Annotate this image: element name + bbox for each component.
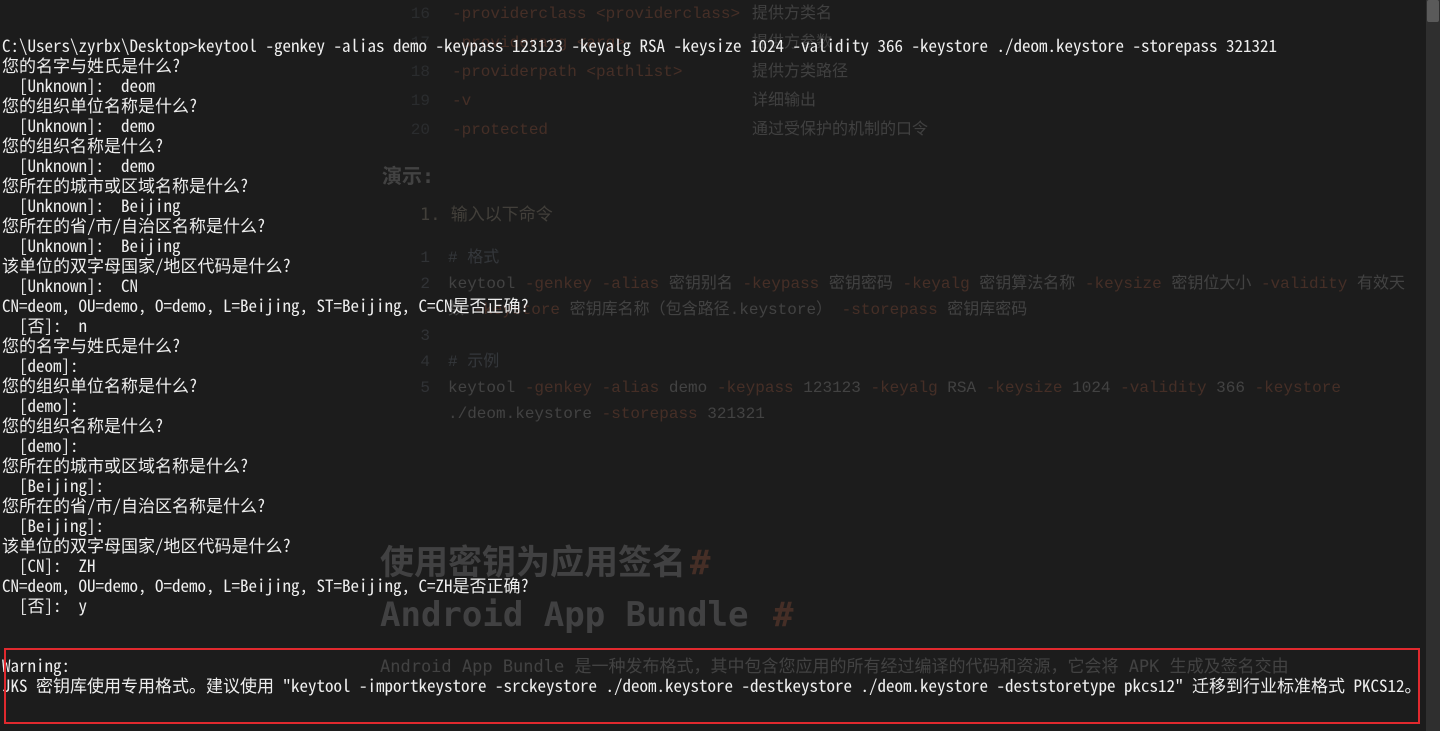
terminal-output[interactable]: C:\Users\zyrbx\Desktop>keytool -genkey -…: [0, 17, 1440, 731]
scrollbar-thumb[interactable]: [1427, 0, 1439, 22]
vertical-scrollbar[interactable]: [1426, 0, 1440, 731]
